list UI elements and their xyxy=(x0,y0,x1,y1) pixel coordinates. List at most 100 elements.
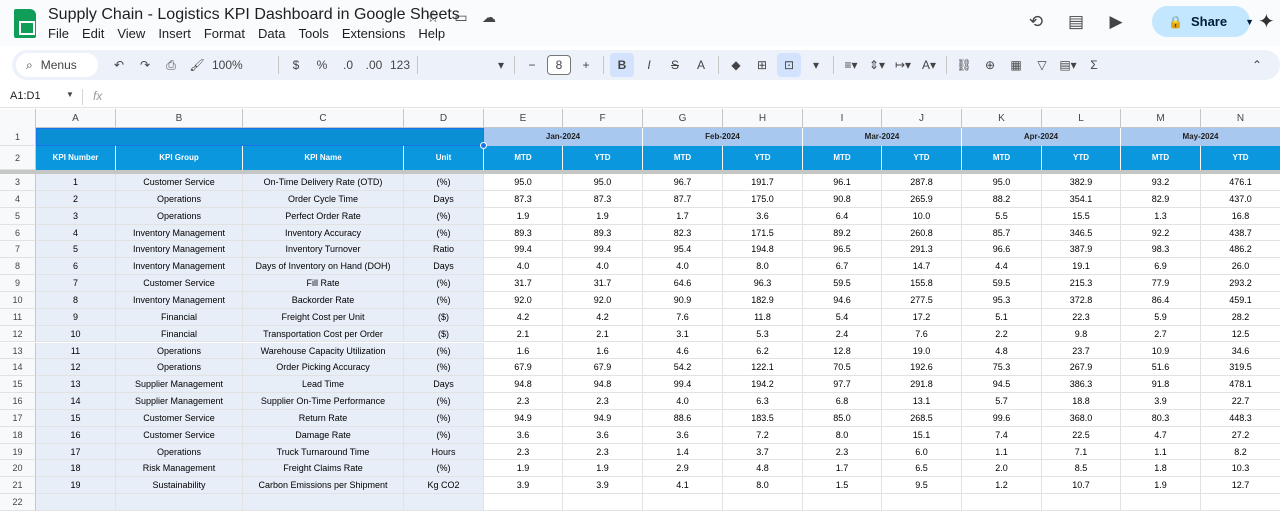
select-all-corner[interactable] xyxy=(0,109,36,128)
cell-m15[interactable]: 91.8 xyxy=(1121,376,1201,394)
cell-a3[interactable]: 1 xyxy=(36,174,116,191)
cell-f18[interactable]: 3.6 xyxy=(563,426,643,444)
undo-icon[interactable]: ↶ xyxy=(108,53,130,77)
menu-insert[interactable]: Insert xyxy=(158,26,197,41)
row-header-20[interactable]: 20 xyxy=(0,460,36,478)
cell-c12[interactable]: Transportation Cost per Order xyxy=(243,325,404,343)
cell-k9[interactable]: 59.5 xyxy=(962,275,1042,292)
cell-n7[interactable]: 486.2 xyxy=(1201,241,1280,259)
cell-b22[interactable] xyxy=(116,494,243,511)
cell-f19[interactable]: 2.3 xyxy=(563,443,643,461)
menus-search[interactable]: ⌕ Menus xyxy=(16,53,98,77)
cell-c7[interactable]: Inventory Turnover xyxy=(243,241,404,259)
cell-b7[interactable]: Inventory Management xyxy=(116,241,243,259)
cell-i21[interactable]: 1.5 xyxy=(803,477,882,495)
cell-g16[interactable]: 4.0 xyxy=(643,393,723,410)
cell-j4[interactable]: 265.9 xyxy=(882,190,962,208)
cell-h8[interactable]: 8.0 xyxy=(723,258,803,276)
cell-n15[interactable]: 478.1 xyxy=(1201,376,1280,394)
row-header-16[interactable]: 16 xyxy=(0,393,36,410)
cell-h22[interactable] xyxy=(723,494,803,511)
cell-d9[interactable]: (%) xyxy=(404,275,484,292)
history-icon[interactable]: ⟲ xyxy=(1024,10,1048,34)
cell-n8[interactable]: 26.0 xyxy=(1201,258,1280,276)
cell-e14[interactable]: 67.9 xyxy=(484,359,563,377)
chevron-down-icon[interactable]: ▼ xyxy=(1245,17,1254,27)
cell-b5[interactable]: Operations xyxy=(116,207,243,225)
cell-k19[interactable]: 1.1 xyxy=(962,443,1042,461)
cell-e4[interactable]: 87.3 xyxy=(484,190,563,208)
font-size-input[interactable]: 8 xyxy=(547,55,571,75)
cell-f15[interactable]: 94.8 xyxy=(563,376,643,394)
cell-c5[interactable]: Perfect Order Rate xyxy=(243,207,404,225)
filter-icon[interactable]: ▽ xyxy=(1031,53,1053,77)
cell-e6[interactable]: 89.3 xyxy=(484,224,563,242)
cell-f9[interactable]: 31.7 xyxy=(563,275,643,292)
cell-m3[interactable]: 93.2 xyxy=(1121,174,1201,191)
cell-k17[interactable]: 99.6 xyxy=(962,409,1042,427)
cell-h5[interactable]: 3.6 xyxy=(723,207,803,225)
cell-a16[interactable]: 14 xyxy=(36,393,116,410)
cell-g20[interactable]: 2.9 xyxy=(643,460,723,478)
cell-f5[interactable]: 1.9 xyxy=(563,207,643,225)
sheets-logo-icon[interactable] xyxy=(14,9,36,38)
cell-a18[interactable]: 16 xyxy=(36,426,116,444)
cell-k13[interactable]: 4.8 xyxy=(962,342,1042,360)
column-header-k[interactable]: K xyxy=(962,109,1042,128)
row-header-12[interactable]: 12 xyxy=(0,325,36,343)
cell-l15[interactable]: 386.3 xyxy=(1042,376,1121,394)
cell-m16[interactable]: 3.9 xyxy=(1121,393,1201,410)
cell-e12[interactable]: 2.1 xyxy=(484,325,563,343)
zoom-select[interactable]: 100% xyxy=(212,53,272,77)
row-header-4[interactable]: 4 xyxy=(0,190,36,208)
cell-l16[interactable]: 18.8 xyxy=(1042,393,1121,410)
cell-i22[interactable] xyxy=(803,494,882,511)
cell-n20[interactable]: 10.3 xyxy=(1201,460,1280,478)
number-format-button[interactable]: 123 xyxy=(389,53,411,77)
cell-l3[interactable]: 382.9 xyxy=(1042,174,1121,191)
cell-n13[interactable]: 34.6 xyxy=(1201,343,1280,360)
cell-b19[interactable]: Operations xyxy=(116,443,243,461)
cell-a14[interactable]: 12 xyxy=(36,359,116,377)
print-icon[interactable]: ⎙ xyxy=(160,53,182,77)
column-header-e[interactable]: E xyxy=(484,109,563,128)
cell-l12[interactable]: 9.8 xyxy=(1042,325,1121,343)
cell-b6[interactable]: Inventory Management xyxy=(116,224,243,242)
cell-h13[interactable]: 6.2 xyxy=(723,342,803,360)
cell-m20[interactable]: 1.8 xyxy=(1121,460,1201,478)
document-title[interactable]: Supply Chain - Logistics KPI Dashboard i… xyxy=(48,6,460,24)
cell-e7[interactable]: 99.4 xyxy=(484,241,563,259)
cell-f7[interactable]: 99.4 xyxy=(563,241,643,259)
collapse-toolbar-icon[interactable]: ⌃ xyxy=(1246,53,1268,77)
cell-i20[interactable]: 1.7 xyxy=(803,460,882,478)
cell-g15[interactable]: 99.4 xyxy=(643,376,723,394)
cell-k7[interactable]: 96.6 xyxy=(962,241,1042,259)
cell-b9[interactable]: Customer Service xyxy=(116,275,243,292)
cell-m12[interactable]: 2.7 xyxy=(1121,325,1201,343)
cell-h9[interactable]: 96.3 xyxy=(723,275,803,292)
cell-j19[interactable]: 6.0 xyxy=(882,443,962,461)
increase-decimal-button[interactable]: .00 xyxy=(363,53,385,77)
cell-g3[interactable]: 96.7 xyxy=(643,174,723,191)
cell-c17[interactable]: Return Rate xyxy=(243,409,404,427)
column-header-m[interactable]: M xyxy=(1121,109,1201,128)
cell-j13[interactable]: 19.0 xyxy=(882,342,962,360)
cell-m22[interactable] xyxy=(1121,494,1201,511)
cell-d19[interactable]: Hours xyxy=(404,443,484,461)
fill-color-icon[interactable]: ◆ xyxy=(725,53,747,77)
cell-e11[interactable]: 4.2 xyxy=(484,308,563,326)
italic-button[interactable]: I xyxy=(638,53,660,77)
strikethrough-button[interactable]: S xyxy=(664,53,686,77)
cell-f16[interactable]: 2.3 xyxy=(563,393,643,410)
row-header-9[interactable]: 9 xyxy=(0,275,36,292)
move-folder-icon[interactable]: ▭ xyxy=(452,8,470,26)
cell-i19[interactable]: 2.3 xyxy=(803,443,882,461)
cell-g12[interactable]: 3.1 xyxy=(643,325,723,343)
cell-g13[interactable]: 4.6 xyxy=(643,342,723,360)
cell-k11[interactable]: 5.1 xyxy=(962,308,1042,326)
vertical-align-icon[interactable]: ⇕▾ xyxy=(866,53,888,77)
cell-g21[interactable]: 4.1 xyxy=(643,477,723,495)
cell-e9[interactable]: 31.7 xyxy=(484,275,563,292)
cell-i18[interactable]: 8.0 xyxy=(803,426,882,444)
cell-b15[interactable]: Supplier Management xyxy=(116,376,243,394)
